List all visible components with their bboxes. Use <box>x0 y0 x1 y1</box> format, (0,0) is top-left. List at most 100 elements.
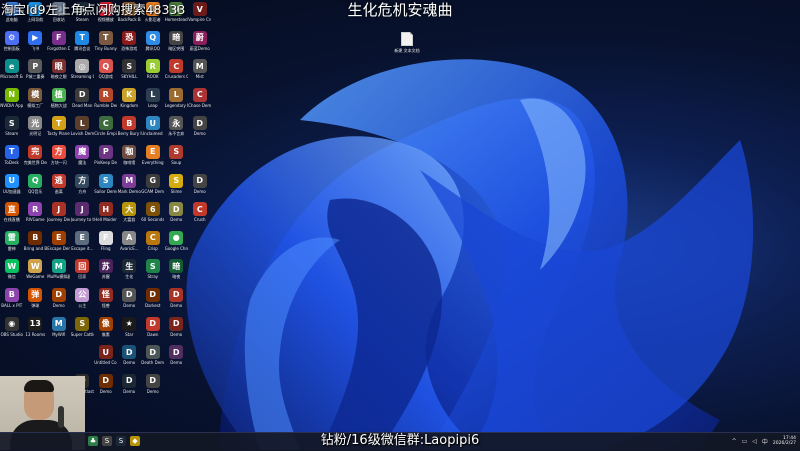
desktop-icon[interactable]: R ROOK <box>141 57 165 86</box>
desktop-icon[interactable]: E Everything <box>141 143 165 172</box>
desktop-icon[interactable]: BBerry Bury Berry <box>118 114 142 143</box>
desktop-icon[interactable]: G GCAM Demo <box>141 172 165 201</box>
desktop-icon[interactable]: D Demo <box>165 343 189 372</box>
desktop-icon[interactable]: 弹弹球 <box>24 286 48 315</box>
desktop-icon[interactable]: Q QQ游戏 <box>94 57 118 86</box>
desktop-icon[interactable]: CCrusaders Quest <box>165 57 189 86</box>
desktop-icon[interactable]: 苏苏醒 <box>94 257 118 286</box>
desktop-icon[interactable]: C Crisp <box>141 229 165 258</box>
desktop-icon[interactable]: D Demo <box>165 200 189 229</box>
desktop-icon[interactable]: FForgotten Demo <box>47 29 71 58</box>
desktop-icon[interactable]: T ToDesk <box>0 143 24 172</box>
desktop-icon[interactable]: 方方块一闪 <box>47 143 71 172</box>
desktop-icon[interactable]: D Death Demo <box>141 343 165 372</box>
desktop-icon[interactable]: D Demo <box>47 286 71 315</box>
desktop-icon[interactable]: 生生化 <box>118 257 142 286</box>
desktop-icon[interactable]: D Demo <box>188 172 212 201</box>
desktop-icon[interactable]: T 腾讯会议 <box>71 29 95 58</box>
desktop-icon[interactable]: D Demo <box>188 114 212 143</box>
desktop-icon[interactable]: 公公主 <box>71 286 95 315</box>
desktop-icon[interactable]: 13 13 Rooms <box>24 315 48 344</box>
desktop-icon[interactable]: D Demo <box>118 343 142 372</box>
desktop-icon[interactable]: D Demo <box>141 372 165 401</box>
desktop-icon[interactable]: 暗暗夜 <box>165 257 189 286</box>
input-language-indicator[interactable]: 中 <box>762 437 768 446</box>
desktop-icon[interactable]: JJourney Demo <box>47 200 71 229</box>
desktop-icon[interactable]: 永永不言弃 <box>165 114 189 143</box>
desktop-icon[interactable]: D Darkest <box>141 286 165 315</box>
desktop-icon[interactable]: F Fling <box>94 229 118 258</box>
desktop-icon[interactable]: D Demo <box>94 372 118 401</box>
desktop-icon[interactable]: ⚙ 控制面板 <box>0 29 24 58</box>
network-icon[interactable]: ▭ <box>742 438 748 445</box>
desktop-icon[interactable]: W 微信 <box>0 257 24 286</box>
taskbar-clock[interactable]: 17:44 2026/2/27 <box>773 436 796 446</box>
desktop-icon[interactable]: C Chase Demo <box>188 86 212 115</box>
desktop-icon[interactable]: M MyWifi <box>47 315 71 344</box>
desktop-icon[interactable]: D Demo <box>165 286 189 315</box>
desktop-icon[interactable]: M Mist <box>188 57 212 86</box>
desktop-icon[interactable]: D Dawn <box>141 315 165 344</box>
desktop-icon[interactable]: 完完美世界 Demo <box>24 143 48 172</box>
desktop-icon[interactable]: ●Google Chrome <box>165 229 189 258</box>
desktop-icon[interactable]: UUntitled Company <box>94 343 118 372</box>
tray-chevron-up-icon[interactable]: ^ <box>732 438 737 445</box>
desktop-icon[interactable]: N NVIDIA App <box>0 86 24 115</box>
desktop-icon[interactable]: R RIVGame <box>24 200 48 229</box>
desktop-icon[interactable]: 大大富翁 <box>118 200 142 229</box>
desktop-icon[interactable]: ◉ OBS Studio <box>0 315 24 344</box>
desktop-icon[interactable]: CCircle Empires 2 <box>94 114 118 143</box>
desktop-icon[interactable]: 咖咖啡馆 <box>118 143 142 172</box>
desktop-icon[interactable]: B BALL x PIT <box>0 286 24 315</box>
desktop-icon[interactable]: 光光明记 <box>24 114 48 143</box>
desktop-icon[interactable]: 回回家 <box>71 257 95 286</box>
desktop-icon[interactable]: 眼暗夜之眼 <box>47 57 71 86</box>
desktop-icon[interactable]: BBring and Become... <box>24 229 48 258</box>
desktop-icon[interactable]: 雷雷神 <box>0 229 24 258</box>
desktop-icon[interactable]: PPinKeep Demo <box>94 143 118 172</box>
desktop-icon[interactable]: ◎Streaming Center <box>71 57 95 86</box>
desktop-icon[interactable]: 方方舟 <box>71 172 95 201</box>
desktop-icon[interactable]: Q 腾讯QQ <box>141 29 165 58</box>
desktop-icon[interactable]: ▶ 飞书 <box>24 29 48 58</box>
desktop-icon[interactable]: S SKYHILL <box>118 57 142 86</box>
desktop-icon[interactable]: eMicrosoft Edge <box>0 57 24 86</box>
desktop-icon[interactable]: 直在线直播 <box>0 200 24 229</box>
desktop-icon[interactable]: LLovish Demo <box>71 114 95 143</box>
desktop-icon[interactable]: 像像素 <box>94 315 118 344</box>
desktop-icon[interactable]: 蔚蔚蓝Demo <box>188 29 212 58</box>
desktop-icon[interactable]: L Leap <box>141 86 165 115</box>
desktop-icon[interactable]: W WeGame <box>24 257 48 286</box>
desktop-icon[interactable]: A AvaricE... <box>118 229 142 258</box>
desktop-icon[interactable]: E Escape it... <box>71 229 95 258</box>
desktop-icon[interactable]: JJourney to the Voi... <box>71 200 95 229</box>
desktop-icon[interactable]: T Tiny Bunny <box>94 29 118 58</box>
desktop[interactable]: ▣此电脑e上网导航♲回收站SSteam▶视频播放BBackPack Battle… <box>0 0 800 450</box>
desktop-icon[interactable]: 660 Seconds Reatomized <box>141 200 165 229</box>
desktop-icon[interactable]: 植植物大战 <box>47 86 71 115</box>
desktop-icon[interactable]: 怪怪兽 <box>94 286 118 315</box>
desktop-icon[interactable]: S Sailor Demo <box>94 172 118 201</box>
desktop-icon[interactable]: D Dead Man <box>71 86 95 115</box>
desktop-icon[interactable]: S Stray <box>141 257 165 286</box>
desktop-icon[interactable]: P P城三重奏 <box>24 57 48 86</box>
desktop-icon[interactable]: C Crush <box>188 200 212 229</box>
desktop-icon[interactable]: U UU加速器 <box>0 172 24 201</box>
desktop-icon[interactable]: UUnclaimed Island Pla... <box>141 114 165 143</box>
desktop-icon[interactable]: 暗暗区突围 <box>165 29 189 58</box>
desktop-icon[interactable]: D Demo <box>118 286 142 315</box>
desktop-icon[interactable]: S Super Cattle <box>71 315 95 344</box>
desktop-icon[interactable]: K Kingdom <box>118 86 142 115</box>
desktop-icon[interactable]: Q QQ音乐 <box>24 172 48 201</box>
desktop-icon[interactable]: 逃逃离 <box>47 172 71 201</box>
desktop-icon-new-text-file[interactable]: 新建 文本文档 <box>394 32 420 53</box>
desktop-icon[interactable]: ★ Star <box>118 315 142 344</box>
desktop-icon[interactable]: M MuMu模拟器 <box>47 257 71 286</box>
desktop-icon[interactable]: RRumble Demo <box>94 86 118 115</box>
desktop-icon[interactable]: TTasty Planet Final Bite <box>47 114 71 143</box>
desktop-icon[interactable]: D Demo <box>165 315 189 344</box>
desktop-icon[interactable]: LLegendary Demo <box>165 86 189 115</box>
desktop-icon[interactable]: D Demo <box>118 372 142 401</box>
desktop-icon[interactable]: 模模拟工厂 <box>24 86 48 115</box>
desktop-icon[interactable]: 恐恐怖游戏 <box>118 29 142 58</box>
